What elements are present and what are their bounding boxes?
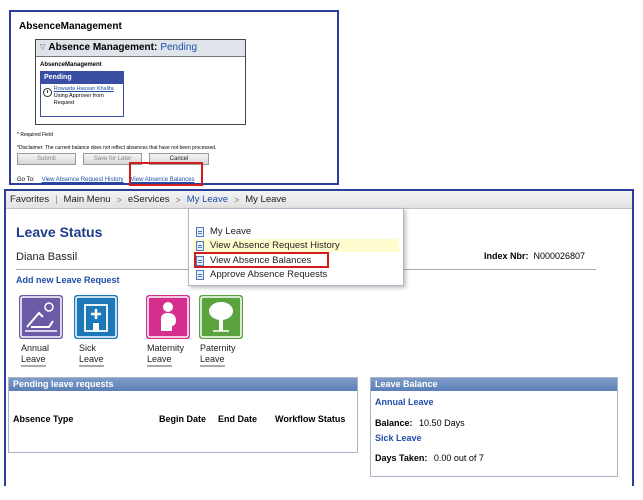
tile-label-line2: Leave xyxy=(21,354,46,367)
chevron-right-icon: > xyxy=(175,194,181,205)
pending-header-prefix: Absence Management: xyxy=(48,42,158,53)
approver-name-link[interactable]: Rowaida Hassan Khalifa xyxy=(54,86,123,93)
col-workflow-status: Workflow Status xyxy=(275,414,346,424)
days-taken-row: Days Taken: 0.00 out of 7 xyxy=(375,453,484,463)
col-end-date: End Date xyxy=(218,414,258,424)
pending-section-header: Pending leave requests xyxy=(9,378,357,391)
document-icon xyxy=(196,269,204,280)
beach-chair-icon xyxy=(20,296,62,338)
sick-leave-tile[interactable] xyxy=(74,295,118,339)
document-icon xyxy=(196,226,204,237)
approver-note: Using Approver from Request xyxy=(53,93,104,106)
collapse-chevron-icon[interactable]: ▽ xyxy=(40,40,45,56)
page-title: Leave Status xyxy=(16,224,103,240)
nav-separator: | xyxy=(55,193,58,205)
pending-header[interactable]: ▽ Absence Management: Pending xyxy=(36,40,245,57)
goto-label: Go To: xyxy=(17,177,35,183)
highlight-box-balances-link xyxy=(129,162,203,186)
highlight-box-balances-menu xyxy=(194,252,329,268)
tile-label-line1: Paternity xyxy=(200,343,236,353)
pending-card-title: Pending xyxy=(41,72,123,84)
sick-leave-label[interactable]: Sick Leave xyxy=(79,343,104,367)
pending-leave-requests: Pending leave requests Absence Type Begi… xyxy=(8,377,358,453)
tile-label-line2: Leave xyxy=(79,354,104,367)
chevron-right-icon: > xyxy=(233,194,240,205)
balance-label: Balance: xyxy=(375,418,413,428)
absence-management-panel: AbsenceManagement ▽ Absence Management: P… xyxy=(9,10,339,186)
pending-header-status: Pending xyxy=(160,42,198,53)
section-label: AbsenceManagement xyxy=(40,62,102,68)
paternity-leave-tile[interactable] xyxy=(199,295,243,339)
leave-balance: Leave Balance Annual Leave Balance: 10.5… xyxy=(370,377,618,477)
chevron-right-icon: > xyxy=(116,194,122,205)
tile-label-line1: Maternity xyxy=(147,343,185,353)
clock-icon xyxy=(43,88,52,97)
add-new-leave-heading: Add new Leave Request xyxy=(16,275,120,285)
menu-item-label: My Leave xyxy=(210,226,252,237)
nav-my-leave[interactable]: My Leave xyxy=(187,191,228,209)
col-begin-date: Begin Date xyxy=(159,414,207,424)
days-taken-label: Days Taken: xyxy=(375,453,428,463)
menu-item-view-request-history[interactable]: View Absence Request History xyxy=(193,239,399,252)
nav-my-leave-crumb[interactable]: My Leave xyxy=(245,191,286,209)
pregnant-woman-icon xyxy=(147,296,189,338)
col-absence-type: Absence Type xyxy=(13,414,74,424)
index-value: N000026807 xyxy=(533,251,586,261)
menu-item-label: View Absence Request History xyxy=(210,240,340,251)
menu-item-approve-absence-requests[interactable]: Approve Absence Requests xyxy=(193,268,399,281)
menu-item-my-leave[interactable]: My Leave xyxy=(193,225,399,238)
nav-favorites[interactable]: Favorites xyxy=(10,191,49,209)
tile-label-line1: Sick xyxy=(79,343,97,353)
tile-label-line2: Leave xyxy=(200,354,225,367)
tree-icon xyxy=(200,296,242,338)
sick-leave-heading: Sick Leave xyxy=(375,433,422,443)
pending-card: Pending Rowaida Hassan Khalifa Using App… xyxy=(40,71,124,117)
nav-eservices[interactable]: eServices xyxy=(128,191,170,209)
index-label: Index Nbr: xyxy=(484,251,529,261)
disclaimer-text: *Disclaimer: The current balance does no… xyxy=(17,145,217,151)
tile-label-line2: Leave xyxy=(147,354,172,367)
balance-row: Balance: 10.50 Days xyxy=(375,418,465,428)
document-icon xyxy=(196,240,204,251)
required-field-note: * Required Field xyxy=(17,132,53,138)
tile-label-line1: Annual xyxy=(21,343,50,353)
submit-button[interactable]: Submit xyxy=(17,153,76,165)
approver-row: Rowaida Hassan Khalifa Using Approver fr… xyxy=(43,86,123,107)
view-request-history-link[interactable]: View Absence Request History xyxy=(42,177,124,183)
maternity-leave-label[interactable]: Maternity Leave xyxy=(147,343,184,367)
annual-leave-label[interactable]: Annual Leave xyxy=(21,343,49,367)
balance-value: 10.50 Days xyxy=(419,418,465,428)
my-leave-dropdown: My Leave View Absence Request History Vi… xyxy=(188,208,404,286)
pending-status-box: ▽ Absence Management: Pending AbsenceMana… xyxy=(35,39,246,125)
maternity-leave-tile[interactable] xyxy=(146,295,190,339)
nav-bar: Favorites | Main Menu > eServices > My L… xyxy=(6,191,632,209)
employee-name: Diana Bassil xyxy=(16,251,78,263)
index-number: Index Nbr: N000026807 xyxy=(484,251,585,261)
panel-title: AbsenceManagement xyxy=(19,21,122,32)
annual-leave-tile[interactable] xyxy=(19,295,63,339)
annual-leave-heading: Annual Leave xyxy=(375,397,434,407)
hospital-icon xyxy=(75,296,117,338)
balance-section-header: Leave Balance xyxy=(371,378,617,391)
leave-status-panel: Favorites | Main Menu > eServices > My L… xyxy=(4,189,634,486)
days-taken-value: 0.00 out of 7 xyxy=(433,453,484,463)
nav-main-menu[interactable]: Main Menu xyxy=(64,191,111,209)
paternity-leave-label[interactable]: Paternity Leave xyxy=(200,343,236,367)
menu-item-label: Approve Absence Requests xyxy=(210,269,328,280)
